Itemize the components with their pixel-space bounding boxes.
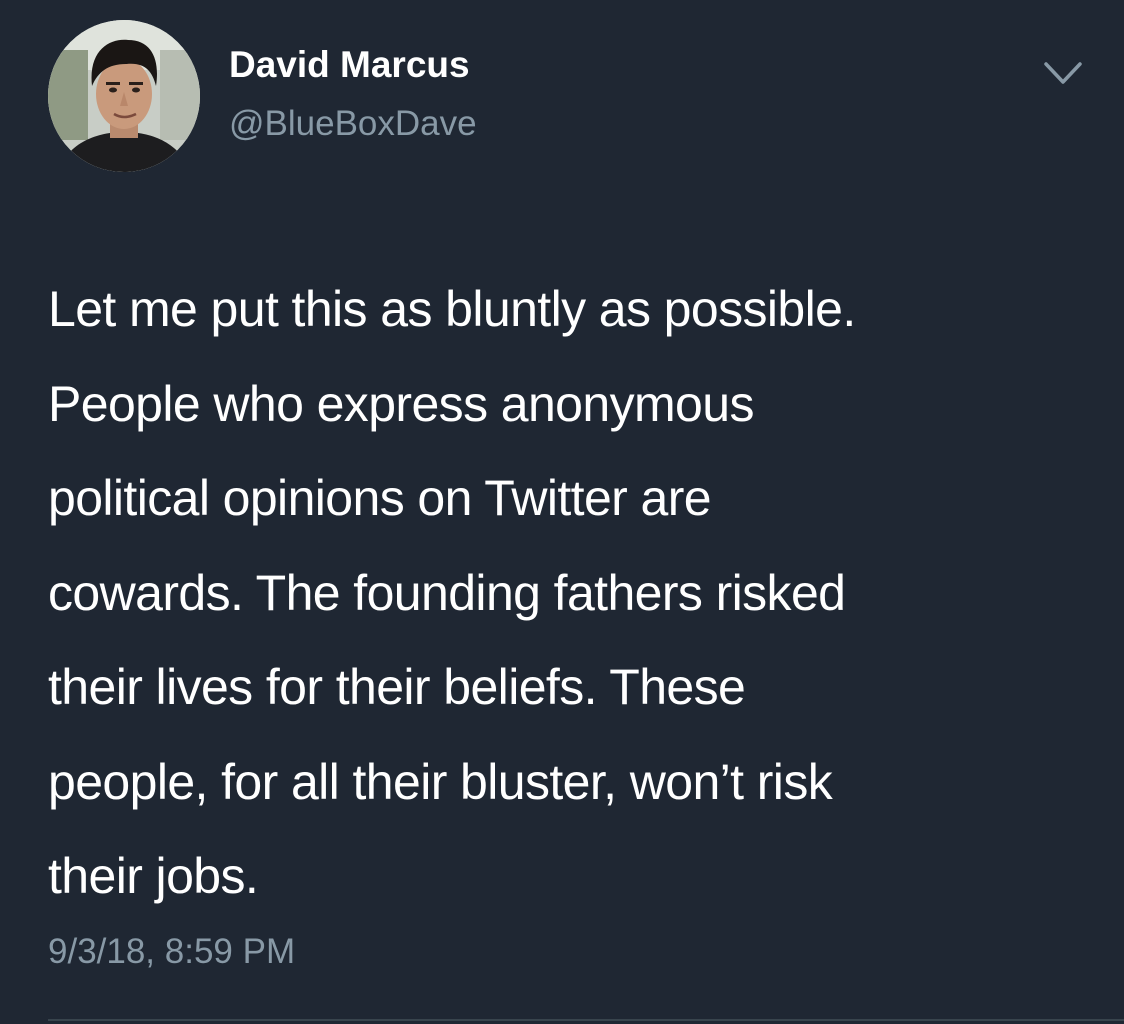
author-avatar[interactable] [48, 20, 200, 172]
author-handle[interactable]: @BlueBoxDave [229, 106, 477, 141]
tweet-card: David Marcus @BlueBoxDave Let me put thi… [0, 0, 1124, 1024]
divider [48, 1019, 1124, 1021]
chevron-down-icon[interactable] [1042, 58, 1084, 90]
tweet-body-text: Let me put this as bluntly as possible. … [48, 281, 856, 904]
profile-photo [48, 20, 200, 172]
tweet-timestamp[interactable]: 9/3/18, 8:59 PM [48, 934, 295, 969]
author-display-name[interactable]: David Marcus [229, 46, 470, 83]
